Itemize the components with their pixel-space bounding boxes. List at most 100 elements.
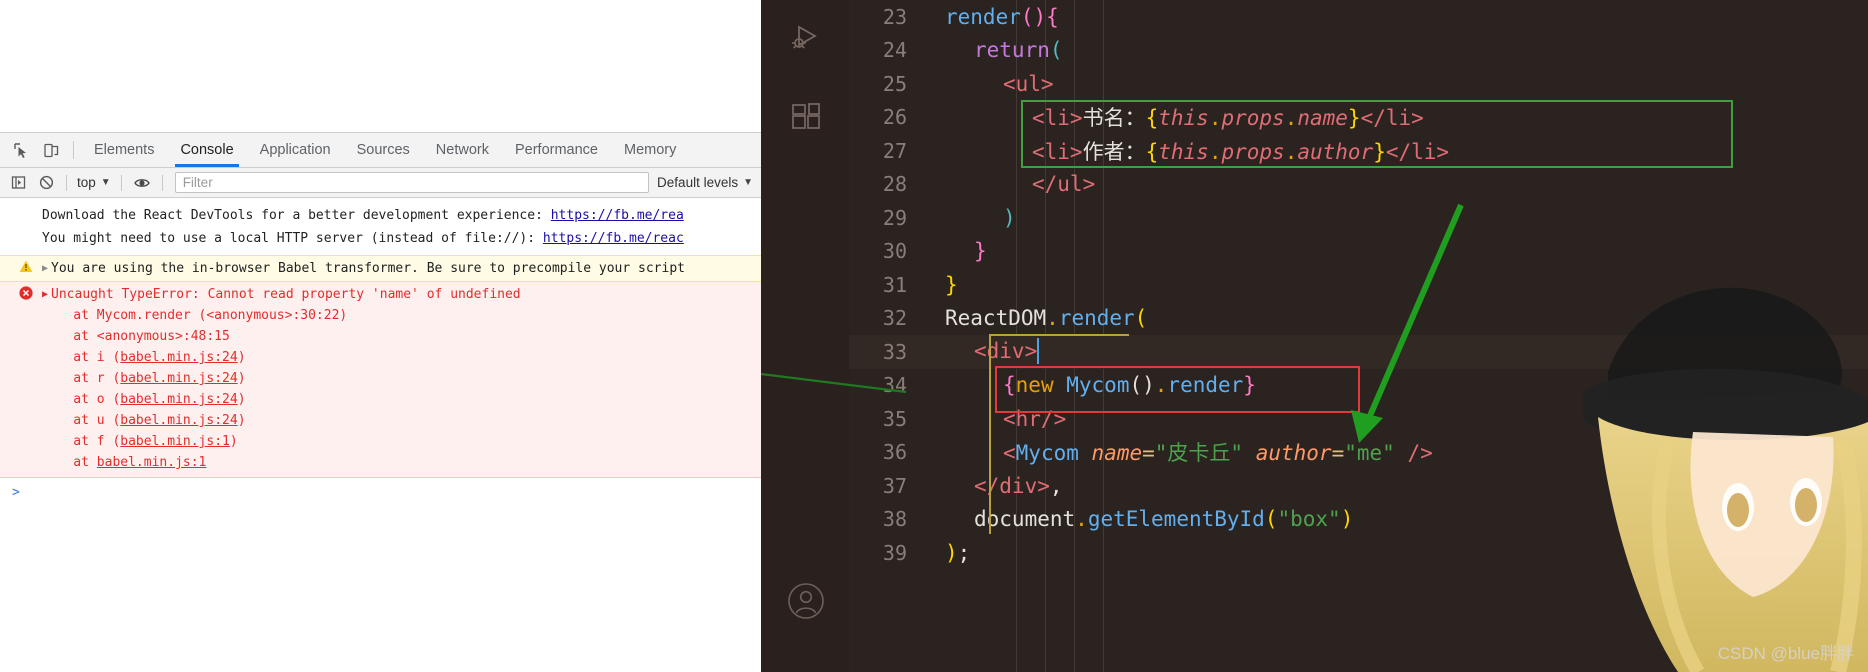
code-token: </ul> — [1032, 172, 1096, 197]
stack-frame: at Mycom.render (<anonymous>:30:22) — [0, 305, 761, 326]
log-levels-label: Default levels — [657, 175, 739, 190]
code-token: . — [1208, 106, 1222, 131]
stack-tail: ) — [237, 413, 246, 428]
stack-frame: at <anonymous>:48:15 — [0, 326, 761, 347]
expand-arrow-icon[interactable]: ▶ — [42, 258, 48, 279]
run-and-debug-icon[interactable] — [787, 20, 825, 58]
warning-text: You are using the in-browser Babel trans… — [51, 261, 685, 276]
console-output: Download the React DevTools for a better… — [0, 198, 761, 507]
code-token: { — [1145, 106, 1159, 131]
line-number: 36 — [882, 440, 907, 465]
prompt-caret-icon: > — [12, 485, 20, 500]
line-number: 24 — [882, 38, 907, 63]
expand-arrow-icon[interactable]: ▶ — [42, 284, 48, 305]
web-page-viewport — [0, 0, 761, 133]
toolbar-divider — [66, 174, 67, 191]
line-number: 31 — [882, 272, 907, 297]
stack-link[interactable]: babel.min.js:24 — [120, 350, 237, 365]
tab-memory[interactable]: Memory — [611, 133, 689, 167]
code-editor-pane: 23 render(){24 return(25 <ul> 26 <li>书名：{this… — [761, 0, 1868, 672]
extensions-icon[interactable] — [787, 98, 825, 136]
code-token: () — [1129, 373, 1155, 398]
console-prompt[interactable]: > — [0, 478, 761, 507]
stack-link[interactable]: babel.min.js:24 — [120, 413, 237, 428]
code-token: . — [1075, 507, 1088, 532]
code-text: return( — [935, 38, 1063, 62]
tab-application[interactable]: Application — [247, 133, 344, 167]
stack-link[interactable]: babel.min.js:24 — [120, 371, 237, 386]
stack-text: at f ( — [42, 434, 121, 449]
code-token: </li> — [1360, 106, 1424, 131]
live-expression-icon[interactable] — [128, 170, 156, 196]
code-token: = — [1142, 441, 1155, 466]
code-line[interactable]: 23 render(){ — [849, 0, 1868, 34]
stack-text: at <anonymous>:48:15 — [42, 329, 230, 344]
device-toolbar-icon[interactable] — [36, 136, 66, 164]
tab-label: Network — [435, 142, 489, 158]
code-token: name — [1091, 441, 1143, 466]
code-token: ; — [957, 540, 971, 565]
message-text: You might need to use a local HTTP serve… — [42, 231, 543, 246]
code-line[interactable]: 27 <li>作者：{this.props.author}</li> — [849, 134, 1868, 168]
code-text: </div>, — [935, 474, 1063, 498]
inspect-element-icon[interactable] — [6, 136, 36, 164]
stack-frame: at f (babel.min.js:1) — [0, 431, 761, 452]
code-line[interactable]: 28 </ul> — [849, 168, 1868, 202]
context-label: top — [77, 175, 96, 190]
code-token: } — [974, 239, 987, 264]
stack-link[interactable]: babel.min.js:1 — [97, 455, 207, 470]
console-warning-message[interactable]: ▶ You are using the in-browser Babel tra… — [0, 255, 761, 282]
code-token: render — [945, 4, 1021, 29]
stack-text: at Mycom.render (<anonymous>:30:22) — [42, 308, 348, 323]
code-text: <li>作者：{this.props.author}</li> — [935, 136, 1449, 166]
code-text: document.getElementById("box") — [935, 507, 1353, 531]
code-token: ( — [1049, 38, 1063, 63]
tab-label: Memory — [624, 142, 677, 158]
tab-sources[interactable]: Sources — [344, 133, 423, 167]
code-text: } — [935, 273, 958, 297]
console-filter-toolbar: top ▼ Filter Default levels ▼ — [0, 168, 761, 198]
line-number: 38 — [882, 507, 907, 532]
tab-console[interactable]: Console — [167, 133, 246, 167]
stack-link[interactable]: babel.min.js:24 — [120, 392, 237, 407]
code-line[interactable]: 24 return( — [849, 34, 1868, 68]
code-text: <ul> — [935, 72, 1054, 96]
account-icon[interactable] — [787, 582, 825, 620]
execution-context-selector[interactable]: top ▼ — [73, 175, 115, 190]
message-link[interactable]: https://fb.me/reac — [543, 231, 684, 246]
line-number: 29 — [882, 205, 907, 230]
code-line[interactable]: 29) — [849, 201, 1868, 235]
code-token: new — [1015, 373, 1054, 398]
code-token: return — [974, 38, 1050, 63]
line-number: 30 — [882, 239, 907, 264]
tab-performance[interactable]: Performance — [502, 133, 611, 167]
code-line[interactable]: 25 <ul> — [849, 67, 1868, 101]
devtools-panel: Elements Console Application Sources Net… — [0, 133, 761, 672]
line-number: 23 — [882, 4, 907, 29]
code-token: props — [1221, 139, 1285, 164]
stack-link[interactable]: babel.min.js:1 — [120, 434, 230, 449]
message-link[interactable]: https://fb.me/rea — [551, 208, 684, 223]
code-token: "皮卡丘" — [1154, 441, 1244, 466]
stack-frame: at u (babel.min.js:24) — [0, 410, 761, 431]
tab-label: Sources — [356, 142, 410, 158]
console-error-message[interactable]: ▶ Uncaught TypeError: Cannot read proper… — [0, 282, 761, 478]
code-token: = — [1331, 441, 1345, 466]
code-token: { — [1145, 139, 1159, 164]
tab-elements[interactable]: Elements — [81, 133, 167, 167]
line-number: 35 — [882, 406, 907, 431]
activity-bar — [761, 0, 849, 672]
filter-input[interactable]: Filter — [174, 172, 650, 193]
code-token: </li> — [1385, 139, 1450, 164]
stack-tail: ) — [237, 392, 246, 407]
code-text: } — [935, 239, 987, 263]
screenshot-root: Elements Console Application Sources Net… — [0, 0, 1868, 672]
clear-console-icon[interactable] — [32, 170, 60, 196]
stack-tail: ) — [237, 350, 246, 365]
console-sidebar-icon[interactable] — [4, 170, 32, 196]
tab-network[interactable]: Network — [423, 133, 502, 167]
toolbar-divider — [120, 174, 122, 191]
log-levels-selector[interactable]: Default levels ▼ — [655, 175, 761, 190]
code-line[interactable]: 26 <li>书名：{this.props.name}</li> — [849, 101, 1868, 135]
